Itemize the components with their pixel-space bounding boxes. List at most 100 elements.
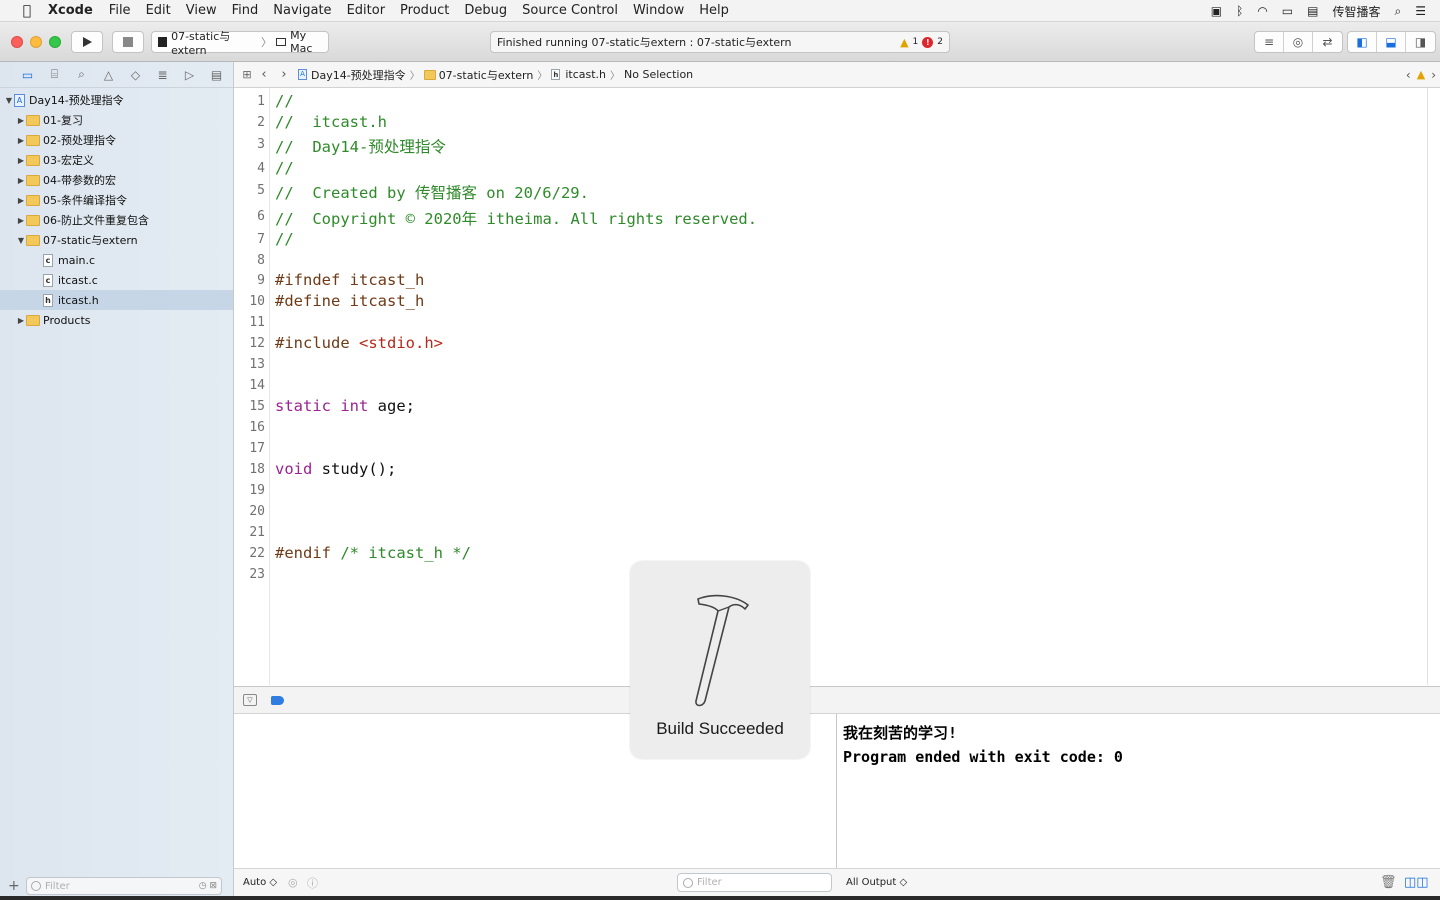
tree-file[interactable]: c main.c xyxy=(0,250,233,270)
menu-debug[interactable]: Debug xyxy=(464,3,507,18)
c-file-icon: c xyxy=(43,253,53,267)
standard-editor-icon[interactable]: ≡ xyxy=(1255,32,1284,52)
disclosure-closed-icon[interactable]: ▶ xyxy=(16,176,26,185)
debug-navigator-icon[interactable]: ≣ xyxy=(149,68,176,82)
menu-find[interactable]: Find xyxy=(232,3,259,18)
back-arrow-icon[interactable]: ‹ xyxy=(254,67,274,82)
breakpoints-toggle-icon[interactable] xyxy=(271,695,284,705)
crumb-project[interactable]: Day14-预处理指令 xyxy=(311,67,406,83)
tree-file-selected[interactable]: h itcast.h xyxy=(0,290,233,310)
toggle-utilities-icon[interactable]: ◨ xyxy=(1406,32,1435,52)
line-number: 6 xyxy=(257,209,265,224)
disclosure-closed-icon[interactable]: ▶ xyxy=(16,136,26,145)
issue-counts[interactable]: ▲ 1 ! 2 xyxy=(900,36,943,49)
output-selector[interactable]: All Output ◇ xyxy=(846,877,907,888)
related-items-icon[interactable]: ⊞ xyxy=(240,68,254,81)
tree-item[interactable]: ▶ Products xyxy=(0,310,233,330)
filter-options-icon[interactable]: ◷ ⊠ xyxy=(199,881,217,891)
tree-item[interactable]: ▶ 04-带参数的宏 xyxy=(0,170,233,190)
scope-selector[interactable]: Auto ◇ xyxy=(243,877,277,888)
navigator-filter-input[interactable]: Filter ◷ ⊠ xyxy=(26,877,222,895)
flag-icon[interactable]: ▤ xyxy=(1307,4,1318,18)
test-navigator-icon[interactable]: ◇ xyxy=(122,68,149,82)
folder-icon xyxy=(26,234,40,246)
report-navigator-icon[interactable]: ▤ xyxy=(203,68,230,82)
symbol-navigator-icon[interactable]: ⌸ xyxy=(41,67,68,82)
menu-source-control[interactable]: Source Control xyxy=(522,3,618,18)
warning-icon: ▲ xyxy=(900,35,909,49)
split-view-icon[interactable]: ◫◫ xyxy=(1404,875,1429,890)
window-close-button[interactable] xyxy=(11,36,23,48)
run-button[interactable] xyxy=(71,31,103,53)
forward-arrow-icon[interactable]: › xyxy=(274,67,294,82)
spotlight-search-icon[interactable]: ⌕ xyxy=(1395,4,1402,19)
tree-item[interactable]: ▶ 01-复习 xyxy=(0,110,233,130)
window-minimize-button[interactable] xyxy=(30,36,42,48)
menu-window[interactable]: Window xyxy=(633,3,684,18)
window-zoom-button[interactable] xyxy=(49,36,61,48)
menu-view[interactable]: View xyxy=(186,3,217,18)
folder-icon xyxy=(26,134,40,146)
previous-issue-icon[interactable]: ‹ xyxy=(1406,68,1411,82)
input-source-label[interactable]: 传智播客 xyxy=(1332,3,1380,20)
tree-item[interactable]: ▶ 06-防止文件重复包含 xyxy=(0,210,233,230)
folder-icon xyxy=(26,194,40,206)
code-line: #include <stdio.h> xyxy=(275,334,443,352)
chevron-right-icon: 〉 xyxy=(537,71,548,82)
disclosure-closed-icon[interactable]: ▶ xyxy=(16,216,26,225)
disclosure-closed-icon[interactable]: ▶ xyxy=(16,316,26,325)
menu-app-name[interactable]: Xcode xyxy=(48,3,93,18)
variables-filter-input[interactable]: Filter xyxy=(677,873,832,892)
tree-item[interactable]: ▶ 05-条件编译指令 xyxy=(0,190,233,210)
quick-look-icon[interactable]: ◎ xyxy=(288,876,298,889)
issue-navigator-icon[interactable]: △ xyxy=(95,68,122,82)
disclosure-closed-icon[interactable]: ▶ xyxy=(16,196,26,205)
identifier-token: study(); xyxy=(312,460,397,478)
toggle-navigator-icon[interactable]: ◧ xyxy=(1348,32,1377,52)
disclosure-open-icon[interactable]: ▼ xyxy=(4,96,14,105)
bluetooth-icon[interactable]: ᛒ xyxy=(1236,4,1243,18)
toggle-debug-area-icon[interactable]: ⬓ xyxy=(1377,32,1406,52)
apple-menu-icon[interactable]:  xyxy=(18,3,36,19)
tree-item[interactable]: ▶ 02-预处理指令 xyxy=(0,130,233,150)
tree-file[interactable]: c itcast.c xyxy=(0,270,233,290)
trash-icon[interactable]: 🗑 xyxy=(1380,875,1397,890)
tree-item[interactable]: ▶ 03-宏定义 xyxy=(0,150,233,170)
next-issue-icon[interactable]: › xyxy=(1431,68,1436,82)
project-navigator-icon[interactable]: ▭ xyxy=(14,68,41,82)
wifi-icon[interactable]: ◠ xyxy=(1257,4,1267,18)
add-icon[interactable]: + xyxy=(8,878,22,894)
disclosure-open-icon[interactable]: ▼ xyxy=(16,236,26,245)
battery-icon[interactable]: ▭ xyxy=(1282,4,1293,18)
screen-record-icon[interactable]: ▣ xyxy=(1211,4,1222,18)
tree-item[interactable]: ▼ 07-static与extern xyxy=(0,230,233,250)
info-icon[interactable]: ⓘ xyxy=(307,875,318,891)
notification-center-icon[interactable]: ☰ xyxy=(1415,4,1426,18)
stop-button[interactable] xyxy=(112,31,144,53)
project-navigator: ▭ ⌸ ⌕ △ ◇ ≣ ▷ ▤ ▼ A Day14-预处理指令 ▶ 01-复习 … xyxy=(0,62,234,900)
assistant-editor-icon[interactable]: ◎ xyxy=(1284,32,1313,52)
menu-navigate[interactable]: Navigate xyxy=(273,3,331,18)
scheme-selector[interactable]: 07-static与extern 〉 My Mac xyxy=(151,29,329,57)
disclosure-closed-icon[interactable]: ▶ xyxy=(16,156,26,165)
menu-file[interactable]: File xyxy=(109,3,131,18)
crumb-file[interactable]: itcast.h xyxy=(565,68,606,81)
menu-help[interactable]: Help xyxy=(699,3,729,18)
tree-project[interactable]: ▼ A Day14-预处理指令 xyxy=(0,90,233,110)
tree-label: Day14-预处理指令 xyxy=(29,94,124,107)
hide-debug-area-icon[interactable]: ▽ xyxy=(243,694,257,706)
line-number: 10 xyxy=(249,294,265,309)
find-navigator-icon[interactable]: ⌕ xyxy=(68,67,95,82)
version-editor-icon[interactable]: ⇄ xyxy=(1313,32,1342,52)
crumb-selection[interactable]: No Selection xyxy=(624,68,693,81)
breakpoint-navigator-icon[interactable]: ▷ xyxy=(176,68,203,82)
build-status-label: Build Succeeded xyxy=(656,719,784,738)
crumb-folder[interactable]: 07-static与extern xyxy=(439,67,534,83)
menu-edit[interactable]: Edit xyxy=(146,3,171,18)
menu-product[interactable]: Product xyxy=(400,3,449,18)
menu-editor[interactable]: Editor xyxy=(347,3,385,18)
disclosure-closed-icon[interactable]: ▶ xyxy=(16,116,26,125)
console-view[interactable]: 我在刻苦的学习! Program ended with exit code: 0 xyxy=(838,714,1440,868)
source-editor[interactable]: 1 2 3 4 5 6 7 8 9 10 11 12 13 14 15 16 17 18 19 20 21 22 23 //… xyxy=(234,88,1440,685)
warning-icon[interactable]: ▲ xyxy=(1417,68,1425,81)
